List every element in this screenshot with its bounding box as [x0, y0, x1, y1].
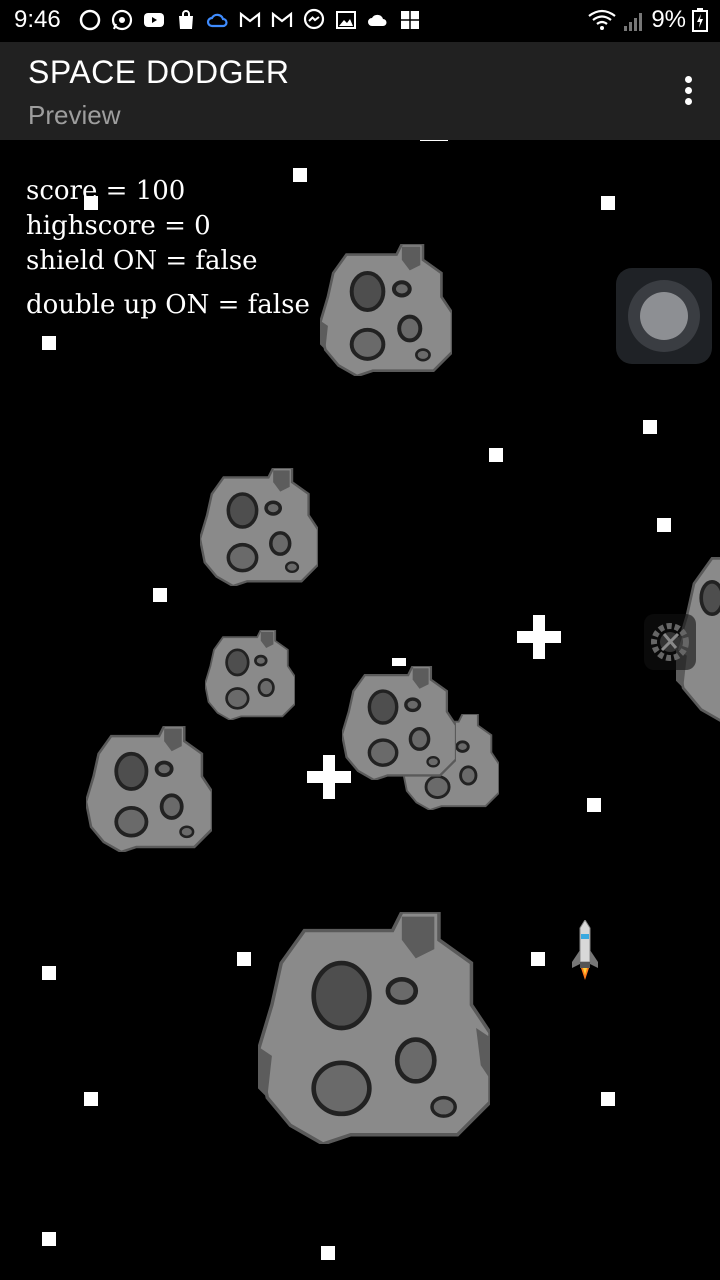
- double-up-status-text: double up ON = false: [26, 290, 310, 320]
- status-time: 9:46: [14, 6, 61, 33]
- star: [601, 196, 615, 210]
- asteroid: [200, 468, 318, 586]
- star: [420, 140, 448, 141]
- rocket-player[interactable]: [568, 920, 602, 984]
- cloud-icon: [206, 13, 228, 28]
- star: [489, 448, 503, 462]
- battery-percent: 9%: [651, 6, 686, 33]
- star: [237, 952, 251, 966]
- floating-button-core: [640, 292, 688, 340]
- puzzle-icon: [401, 11, 419, 29]
- star: [587, 798, 601, 812]
- asteroid: [258, 912, 490, 1144]
- star: [42, 966, 56, 980]
- star: [321, 1246, 335, 1260]
- shopping-bag-icon: [179, 10, 193, 29]
- status-right: 9%: [587, 6, 708, 34]
- floating-action-button[interactable]: [616, 268, 712, 364]
- star: [42, 336, 56, 350]
- app-title: SPACE DODGER: [28, 54, 290, 90]
- shield-status-text: shield ON = false: [26, 246, 258, 276]
- asteroid: [86, 726, 212, 852]
- battery-charging-icon: [692, 8, 708, 32]
- gmail-icon: [239, 11, 261, 27]
- app-bar: SPACE DODGER Preview: [0, 42, 720, 140]
- plus-powerup: [307, 755, 351, 799]
- star: [42, 1232, 56, 1246]
- game-canvas[interactable]: score = 100 highscore = 0 shield ON = fa…: [0, 140, 720, 1280]
- signal-icon: [624, 13, 643, 31]
- cloud-icon: [368, 14, 387, 26]
- circle-icon: [79, 9, 101, 31]
- asteroid: [205, 630, 295, 720]
- messenger-icon: [303, 8, 325, 30]
- gmail-icon: [271, 11, 293, 27]
- game-tools-icon[interactable]: [644, 614, 696, 670]
- asteroid: [320, 244, 452, 376]
- status-bar: 9:46 9%: [0, 0, 720, 42]
- star: [293, 168, 307, 182]
- wifi-icon: [588, 9, 616, 30]
- notification-icons: [78, 8, 422, 32]
- overflow-menu-icon[interactable]: [680, 76, 696, 108]
- star: [84, 1092, 98, 1106]
- gallery-icon: [336, 11, 356, 29]
- asteroid: [342, 666, 456, 780]
- star: [531, 952, 545, 966]
- whatsapp-icon: [111, 9, 133, 31]
- score-text: score = 100: [26, 176, 186, 206]
- plus-powerup: [517, 615, 561, 659]
- youtube-icon: [144, 13, 164, 27]
- star: [643, 420, 657, 434]
- star: [657, 518, 671, 532]
- star: [153, 588, 167, 602]
- star: [392, 658, 406, 666]
- app-subtitle: Preview: [28, 100, 121, 130]
- highscore-text: highscore = 0: [26, 211, 211, 241]
- star: [601, 1092, 615, 1106]
